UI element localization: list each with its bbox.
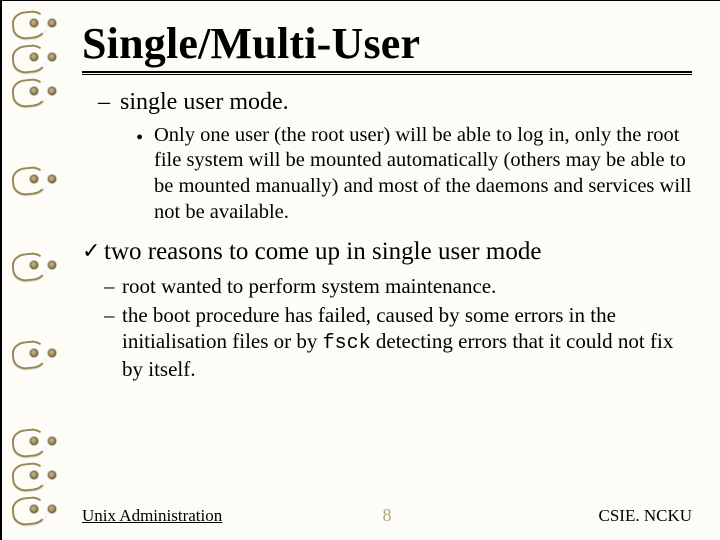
subbullet-single-user-detail: • Only one user (the root user) will be … (136, 123, 692, 226)
footer-left: Unix Administration (82, 506, 222, 526)
reason-2: – the boot procedure has failed, caused … (104, 302, 692, 383)
slide-footer: Unix Administration 8 CSIE. NCKU (82, 498, 692, 526)
subbullet-text: Only one user (the root user) will be ab… (154, 123, 692, 226)
reason-text: the boot procedure has failed, caused by… (122, 302, 692, 383)
slide-content: Single/Multi-User – single user mode. • … (82, 21, 692, 490)
spiral-binding (2, 1, 48, 540)
dash-bullet-icon: – (104, 302, 122, 383)
bullet-two-reasons: ✓ two reasons to come up in single user … (82, 237, 692, 267)
reason-1: – root wanted to perform system maintena… (104, 273, 692, 299)
bullet-text: two reasons to come up in single user mo… (104, 237, 541, 267)
reason-2-code: fsck (323, 332, 371, 355)
slide: Single/Multi-User – single user mode. • … (0, 0, 720, 540)
footer-right: CSIE. NCKU (598, 506, 692, 526)
check-bullet-icon: ✓ (82, 239, 104, 263)
footer-page-number: 8 (383, 505, 392, 526)
bullet-single-user-mode: – single user mode. (100, 89, 692, 117)
reason-text: root wanted to perform system maintenanc… (122, 273, 496, 299)
bullet-text: single user mode. (120, 89, 289, 115)
dot-bullet-icon: • (136, 126, 154, 226)
title-underline (82, 71, 692, 75)
dash-bullet-icon: – (104, 273, 122, 299)
dash-bullet-icon: – (98, 89, 114, 117)
slide-title: Single/Multi-User (82, 21, 692, 67)
